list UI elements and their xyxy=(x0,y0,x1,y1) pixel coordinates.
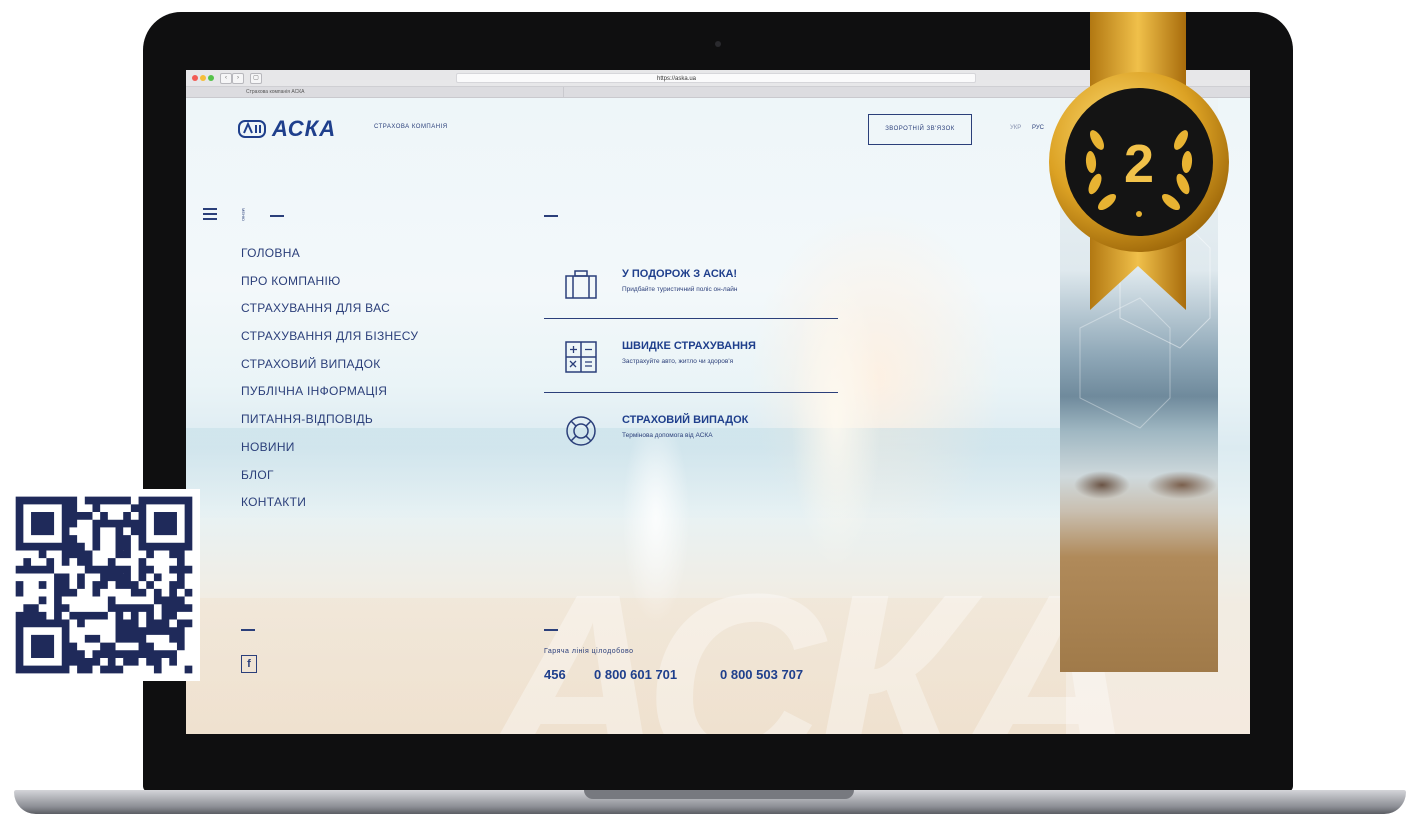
sidebar-toggle-button[interactable]: ▢ xyxy=(250,73,262,84)
qr-code-pattern xyxy=(15,496,193,674)
services-divider xyxy=(544,215,558,217)
service-title: У ПОДОРОЖ З АСКА! xyxy=(622,268,738,280)
menu-vertical-label: МЕНЮ xyxy=(241,208,246,221)
browser-tab[interactable]: Страхова компанія АСКА xyxy=(194,87,564,97)
laptop-base-notch xyxy=(584,790,854,799)
service-title: ШВИДКЕ СТРАХУВАННЯ xyxy=(622,340,756,352)
close-window-button[interactable] xyxy=(192,75,198,81)
service-subtitle: Застрахуйте авто, житло чи здоров'я xyxy=(622,358,734,365)
maximize-window-button[interactable] xyxy=(208,75,214,81)
brand-watermark: АСКА xyxy=(486,542,1139,734)
service-separator xyxy=(544,318,838,319)
service-subtitle: Термінова допомога від АСКА xyxy=(622,432,713,439)
callback-button[interactable]: ЗВОРОТНІЙ ЗВ'ЯЗОК xyxy=(868,114,972,145)
social-divider xyxy=(241,629,255,631)
service-subtitle: Придбайте туристичний поліс он-лайн xyxy=(622,286,738,293)
hotline-divider xyxy=(544,629,558,631)
facebook-icon[interactable]: f xyxy=(241,655,257,673)
lifebuoy-icon xyxy=(566,416,596,446)
menu-item-blog[interactable]: БЛОГ xyxy=(241,468,418,496)
back-button[interactable]: ‹ xyxy=(220,73,232,84)
qr-code-icon xyxy=(8,489,200,681)
menu-item-news[interactable]: НОВИНИ xyxy=(241,440,418,468)
address-bar[interactable]: https://aska.ua xyxy=(456,73,976,83)
company-tagline: СТРАХОВА КОМПАНІЯ xyxy=(374,124,448,130)
menu-divider xyxy=(270,215,284,217)
hamburger-menu-icon[interactable] xyxy=(203,208,217,220)
minimize-window-button[interactable] xyxy=(200,75,206,81)
logo-emblem-icon xyxy=(238,120,266,138)
logo-wordmark: АСКА xyxy=(272,116,337,141)
side-photo-rocks xyxy=(1062,460,1218,500)
service-separator xyxy=(544,392,838,393)
hotline-phone-short[interactable]: 456 xyxy=(544,667,566,682)
menu-item-contacts[interactable]: КОНТАКТИ xyxy=(241,495,418,523)
forward-button[interactable]: › xyxy=(232,73,244,84)
lang-ukr-link[interactable]: УКР xyxy=(1010,125,1021,131)
suitcase-icon xyxy=(565,270,597,299)
camera-dot xyxy=(715,41,721,47)
menu-item-insurance-case[interactable]: СТРАХОВИЙ ВИПАДОК xyxy=(241,357,418,385)
menu-item-faq[interactable]: ПИТАННЯ-ВІДПОВІДЬ xyxy=(241,412,418,440)
hotline-label: Гаряча лінія цілодобово xyxy=(544,648,634,655)
service-title: СТРАХОВИЙ ВИПАДОК xyxy=(622,414,749,426)
calculator-icon xyxy=(565,341,597,373)
aska-logo[interactable]: АСКА xyxy=(238,116,360,142)
laurel-medal-icon: 2 xyxy=(1049,72,1229,252)
menu-item-personal-insurance[interactable]: СТРАХУВАННЯ ДЛЯ ВАС xyxy=(241,301,418,329)
hotline-phone-1[interactable]: 0 800 601 701 xyxy=(594,667,677,682)
menu-item-about[interactable]: ПРО КОМПАНІЮ xyxy=(241,274,418,302)
main-menu: ГОЛОВНА ПРО КОМПАНІЮ СТРАХУВАННЯ ДЛЯ ВАС… xyxy=(241,246,418,523)
badge-rank-number: 2 xyxy=(1124,134,1154,194)
hotline-phone-2[interactable]: 0 800 503 707 xyxy=(720,667,803,682)
menu-item-business-insurance[interactable]: СТРАХУВАННЯ ДЛЯ БІЗНЕСУ xyxy=(241,329,418,357)
menu-item-public-info[interactable]: ПУБЛІЧНА ІНФОРМАЦІЯ xyxy=(241,384,418,412)
menu-item-home[interactable]: ГОЛОВНА xyxy=(241,246,418,274)
lang-rus-link[interactable]: РУС xyxy=(1032,125,1044,131)
